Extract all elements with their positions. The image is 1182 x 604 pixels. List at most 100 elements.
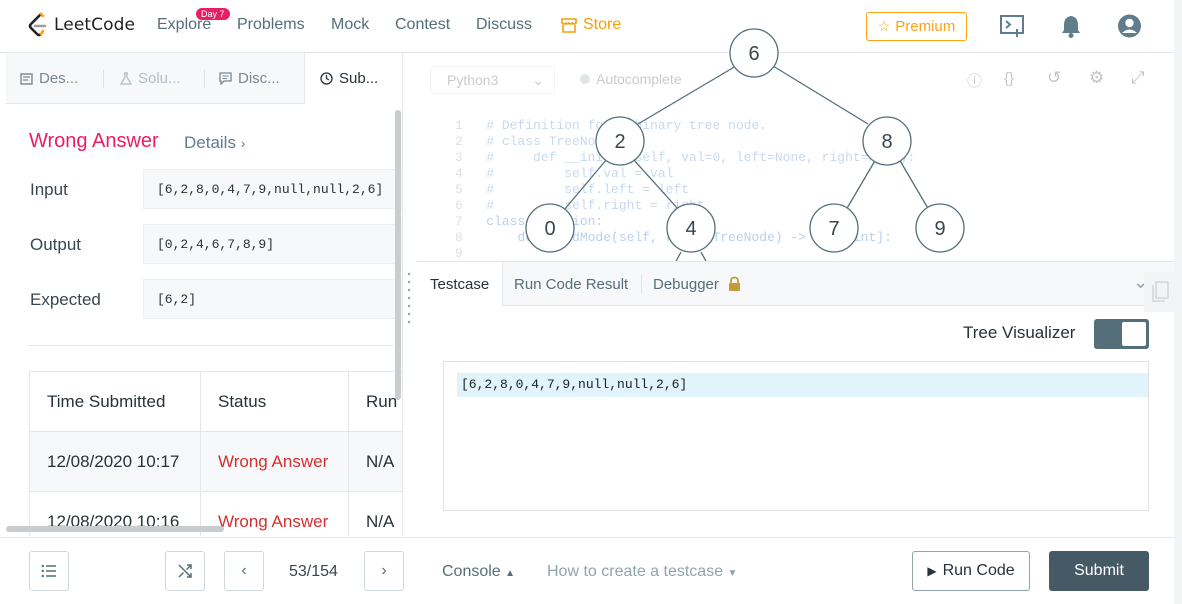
shuffle-icon (178, 564, 192, 578)
console-label: Console (442, 563, 501, 580)
line-text: def findMode(self, root: TreeNode) -> Li… (486, 230, 892, 245)
line-number: 7 (455, 214, 463, 229)
vertical-scrollbar[interactable] (395, 110, 401, 400)
tab-testcase[interactable]: Testcase (417, 262, 504, 306)
code-line: 7 class Solution: (455, 214, 603, 229)
info-icon[interactable]: ⓘ (967, 70, 982, 91)
description-icon (20, 72, 33, 85)
nav-contest[interactable]: Contest (395, 16, 450, 34)
shuffle-button[interactable] (165, 551, 205, 591)
testcase-line[interactable]: [6,2,8,0,4,7,9,null,null,2,6] (457, 373, 1148, 397)
input-label: Input (30, 180, 68, 199)
caret-up-icon: ▲ (505, 568, 516, 579)
line-number: 8 (455, 230, 463, 245)
details-link[interactable]: Details › (184, 133, 245, 153)
tab-description[interactable]: Des... (20, 53, 78, 104)
autocomplete-toggle[interactable]: Autocomplete (580, 71, 682, 87)
tab-solution[interactable]: Solu... (120, 53, 181, 104)
bell-icon[interactable] (1060, 13, 1082, 39)
next-problem-button[interactable]: › (364, 551, 404, 591)
fullscreen-icon[interactable]: ⤢ (1131, 68, 1145, 88)
premium-button[interactable]: ☆ Premium (866, 12, 967, 41)
settings-icon[interactable]: ⚙ (1089, 68, 1104, 88)
output-value: [0,2,4,6,7,8,9] (143, 224, 402, 264)
tree-visualizer-label: Tree Visualizer (963, 323, 1076, 342)
expected-value: [6,2] (143, 279, 402, 319)
lock-icon (728, 276, 740, 291)
footer-bar: ‹ 53/154 › Console ▲ How to create a tes… (0, 537, 1182, 604)
problem-list-button[interactable] (29, 551, 69, 591)
resize-handle[interactable] (407, 272, 411, 328)
how-to-testcase-link[interactable]: How to create a testcase ▼ (547, 563, 737, 581)
code-line: 1 # Definition for a binary tree node. (455, 118, 767, 133)
chevron-down-icon: ⌄ (532, 72, 544, 88)
submit-button[interactable]: Submit (1049, 551, 1149, 591)
tab-separator (204, 70, 205, 88)
day-badge: Day 7 (196, 8, 230, 20)
table-row[interactable]: 12/08/2020 10:17 Wrong Answer N/A (30, 432, 402, 492)
row-runtime: N/A (366, 451, 395, 471)
tab-discuss-label: Disc... (238, 70, 280, 87)
line-number: 6 (455, 198, 463, 213)
nav-store[interactable]: Store (561, 16, 621, 34)
testcase-input[interactable]: [6,2,8,0,4,7,9,null,null,2,6] (443, 361, 1149, 511)
line-number: 2 (455, 134, 463, 149)
console-toggle[interactable]: Console ▲ (442, 563, 515, 581)
code-editor[interactable]: Python3 ⌄ Autocomplete ⓘ {} ↺ ⚙ ⤢ 1 # De… (417, 53, 1174, 263)
problem-tabs: Des... Solu... Disc... Sub... (6, 53, 402, 104)
playground-icon[interactable] (998, 13, 1026, 39)
top-navbar: LeetCode Explore Day 7 Problems Mock Con… (0, 0, 1174, 53)
header-status[interactable]: Status (201, 372, 349, 431)
logo[interactable]: LeetCode (28, 12, 135, 38)
autocomplete-label: Autocomplete (596, 71, 682, 87)
code-line: 8 def findMode(self, root: TreeNode) -> … (455, 230, 892, 245)
tab-submissions[interactable]: Sub... (304, 53, 402, 104)
flask-icon (120, 72, 132, 85)
row-time: 12/08/2020 10:17 (30, 432, 201, 491)
language-label: Python3 (447, 72, 499, 88)
line-text: class Solution: (486, 214, 604, 229)
submissions-table: Time Submitted Status Run 12/08/2020 10:… (29, 371, 402, 536)
tab-debugger[interactable]: Debugger (640, 262, 755, 306)
run-code-button[interactable]: ▶ Run Code (912, 551, 1030, 591)
header-time[interactable]: Time Submitted (30, 372, 201, 431)
result-status: Wrong Answer (29, 130, 159, 152)
star-icon: ☆ (877, 18, 891, 34)
copy-icon[interactable] (1144, 272, 1178, 312)
nav-store-label: Store (583, 16, 622, 33)
store-icon (561, 17, 577, 33)
app-root: LeetCode Explore Day 7 Problems Mock Con… (0, 0, 1182, 604)
line-number: 3 (455, 150, 463, 165)
nav-problems[interactable]: Problems (237, 16, 305, 34)
horizontal-scrollbar[interactable] (6, 526, 224, 532)
problem-pager: 53/154 (289, 563, 338, 580)
tab-discuss[interactable]: Disc... (219, 53, 280, 104)
language-select[interactable]: Python3 ⌄ (430, 66, 555, 94)
tab-run-code-result-label: Run Code Result (514, 275, 629, 293)
tab-separator (103, 70, 104, 88)
run-code-label: Run Code (942, 562, 1015, 579)
nav-discuss[interactable]: Discuss (476, 16, 532, 34)
divider (28, 345, 393, 346)
play-icon: ▶ (927, 564, 937, 578)
avatar-icon[interactable] (1117, 13, 1142, 39)
row-status[interactable]: Wrong Answer (201, 432, 349, 491)
line-text: # class TreeNode: (486, 134, 619, 149)
table-header: Time Submitted Status Run (30, 372, 402, 432)
tab-run-code-result[interactable]: Run Code Result (501, 262, 641, 306)
clock-icon (320, 72, 333, 85)
line-number: 5 (455, 182, 463, 197)
toggle-dot-icon (580, 74, 590, 84)
tree-visualizer-toggle[interactable] (1094, 319, 1149, 349)
row-runtime: N/A (366, 511, 395, 531)
braces-icon[interactable]: {} (1004, 70, 1014, 87)
reset-icon[interactable]: ↺ (1047, 68, 1061, 88)
tab-testcase-label: Testcase (430, 275, 490, 293)
line-text: # self.left = left (486, 182, 690, 197)
nav-mock[interactable]: Mock (331, 16, 369, 34)
chevron-right-icon: › (381, 562, 387, 579)
prev-problem-button[interactable]: ‹ (224, 551, 264, 591)
line-number: 9 (455, 246, 463, 261)
code-line: 4 # self.val = val (455, 166, 673, 181)
code-line: 9 (455, 246, 486, 261)
